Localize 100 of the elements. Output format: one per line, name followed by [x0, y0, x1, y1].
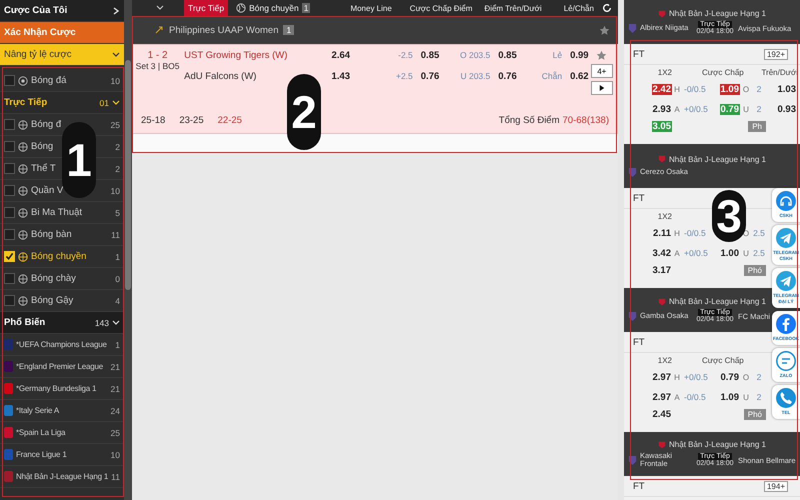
sport-name[interactable]: Bóng bàn	[31, 229, 72, 240]
league-name[interactable]: *Germany Bundesliga 1	[16, 384, 96, 393]
sport-name[interactable]: Thể T	[31, 163, 56, 174]
odds-value[interactable]: 2.97	[652, 372, 672, 382]
sport-name[interactable]: Bóng đ	[31, 119, 62, 130]
total-points-value: 70-68(138)	[562, 114, 609, 126]
checkbox[interactable]	[4, 163, 15, 174]
play-button[interactable]	[590, 81, 613, 95]
side-label: H	[674, 84, 680, 94]
ball-icon	[18, 252, 28, 262]
ball-icon	[18, 120, 28, 130]
league-name[interactable]: *England Premier League	[16, 362, 104, 371]
league-name[interactable]: *UEFA Champions League	[16, 340, 107, 349]
total-line: U 203.5	[460, 71, 490, 82]
sport-name[interactable]: Bóng chuyền	[31, 251, 86, 262]
checkbox[interactable]	[4, 207, 15, 218]
sport-name[interactable]: Bóng	[31, 141, 54, 152]
club-crest-icon	[628, 166, 637, 178]
markets-count-button[interactable]: 192+	[764, 48, 788, 60]
column-header: 1X2	[656, 356, 672, 364]
odds-value[interactable]: 1.00	[720, 248, 740, 258]
chevron-down-icon	[112, 318, 120, 326]
chevron-down-icon[interactable]	[156, 4, 164, 12]
checkbox[interactable]	[4, 75, 15, 86]
odds-value[interactable]: 2.45	[652, 409, 672, 420]
chevron-down-icon	[112, 50, 120, 58]
side-label: U	[743, 104, 749, 114]
league-name: Nhật Bản J-League Hạng 1	[669, 9, 766, 18]
star-icon[interactable]	[596, 50, 608, 61]
odds-value[interactable]: 2.64	[332, 50, 376, 61]
odds-value[interactable]: 3.42	[652, 248, 672, 258]
checkbox[interactable]	[4, 273, 15, 284]
sport-count: 0	[115, 274, 120, 284]
popular-title: Phổ Biến	[4, 317, 46, 328]
live-tab[interactable]: Trực Tiếp	[184, 0, 228, 16]
odds-value[interactable]: 2.93	[652, 104, 672, 114]
markets-count-button[interactable]: 194+	[764, 480, 788, 492]
odds-value[interactable]: 0.62	[570, 71, 589, 82]
checkbox[interactable]	[4, 141, 15, 152]
league-bar[interactable]: Philippines UAAP Women 1	[132, 16, 618, 44]
odds-value[interactable]: 1.09	[720, 392, 740, 402]
column-header: Cược Chấp Điểm	[410, 4, 472, 12]
match-period: Set 3 | BO5	[136, 61, 180, 71]
sport-count: 4	[115, 296, 120, 306]
odds-value[interactable]: 0.99	[570, 50, 589, 61]
league-name[interactable]: France Ligue 1	[16, 450, 67, 459]
more-button[interactable]: Phó	[744, 409, 766, 420]
more-markets-button[interactable]: 4+	[590, 64, 613, 78]
checkbox[interactable]	[4, 295, 15, 306]
club-crest-icon	[628, 22, 637, 34]
odds-value[interactable]: 1.03	[776, 84, 797, 94]
scrollbar[interactable]	[124, 0, 132, 500]
column-header: 1X2	[656, 212, 672, 220]
odds-value[interactable]: 2.42	[652, 84, 672, 94]
league-logo-icon	[658, 440, 666, 448]
live-section-header[interactable]: Trực Tiếp 01	[0, 92, 124, 114]
play-icon	[598, 85, 605, 91]
odds-boost-item[interactable]: Nâng tỷ lệ cược	[0, 44, 124, 66]
league-count: 1	[115, 340, 120, 350]
odd-even-label: Chẵn	[542, 71, 562, 82]
more-button[interactable]: Ph	[748, 121, 766, 132]
total-line: 2	[756, 392, 762, 402]
sport-name[interactable]: Bóng đá	[31, 75, 66, 86]
league-count: 24	[110, 406, 120, 416]
league-name[interactable]: *Italy Serie A	[16, 406, 60, 415]
side-label: U	[743, 392, 749, 402]
handicap-line: -2.5	[398, 50, 413, 61]
set-score: 23-25	[179, 114, 204, 126]
odds-value[interactable]: 2.97	[652, 392, 672, 402]
side-label: A	[674, 392, 680, 402]
odds-value[interactable]: 0.85	[420, 50, 440, 61]
sport-name[interactable]: Bóng chày	[31, 273, 76, 284]
odds-value[interactable]: 0.76	[498, 71, 517, 82]
star-icon[interactable]	[599, 24, 610, 36]
odds-value[interactable]: 1.09	[720, 84, 740, 94]
odds-value[interactable]: 2.11	[652, 228, 672, 238]
checkbox[interactable]	[4, 229, 15, 240]
odds-value[interactable]: 0.76	[420, 71, 440, 82]
sport-name[interactable]: Bóng Gậy	[31, 295, 74, 306]
league-name[interactable]: *Spain La Liga	[16, 428, 66, 437]
confirm-bets-item[interactable]: Xác Nhận Cược	[0, 22, 124, 44]
odds-value[interactable]: 0.93	[776, 104, 797, 114]
more-button[interactable]: Phó	[744, 265, 766, 276]
sport-name[interactable]: Bi Ma Thuật	[31, 207, 82, 218]
my-bets-item[interactable]: Cược Của Tôi	[0, 0, 124, 22]
odds-value[interactable]: 0.79	[720, 372, 740, 382]
sport-name[interactable]: Quần V	[31, 185, 64, 196]
ball-icon	[18, 208, 28, 218]
checkbox[interactable]	[4, 185, 15, 196]
odds-value[interactable]: 1.43	[332, 71, 376, 82]
sport-count: 11	[111, 230, 120, 240]
league-name[interactable]: Nhật Bản J-League Hạng 1	[16, 472, 108, 481]
odd-even-label: Lẻ	[552, 50, 562, 61]
odds-value[interactable]: 3.17	[652, 265, 672, 276]
odds-value[interactable]: 0.85	[498, 50, 517, 61]
column-header: Điểm Trên/Dưới	[484, 4, 542, 12]
checkbox[interactable]	[4, 119, 15, 130]
sport-count: 2	[115, 142, 120, 152]
refresh-icon[interactable]	[602, 3, 612, 13]
popular-section-header[interactable]: Phổ Biến 143	[0, 312, 124, 334]
